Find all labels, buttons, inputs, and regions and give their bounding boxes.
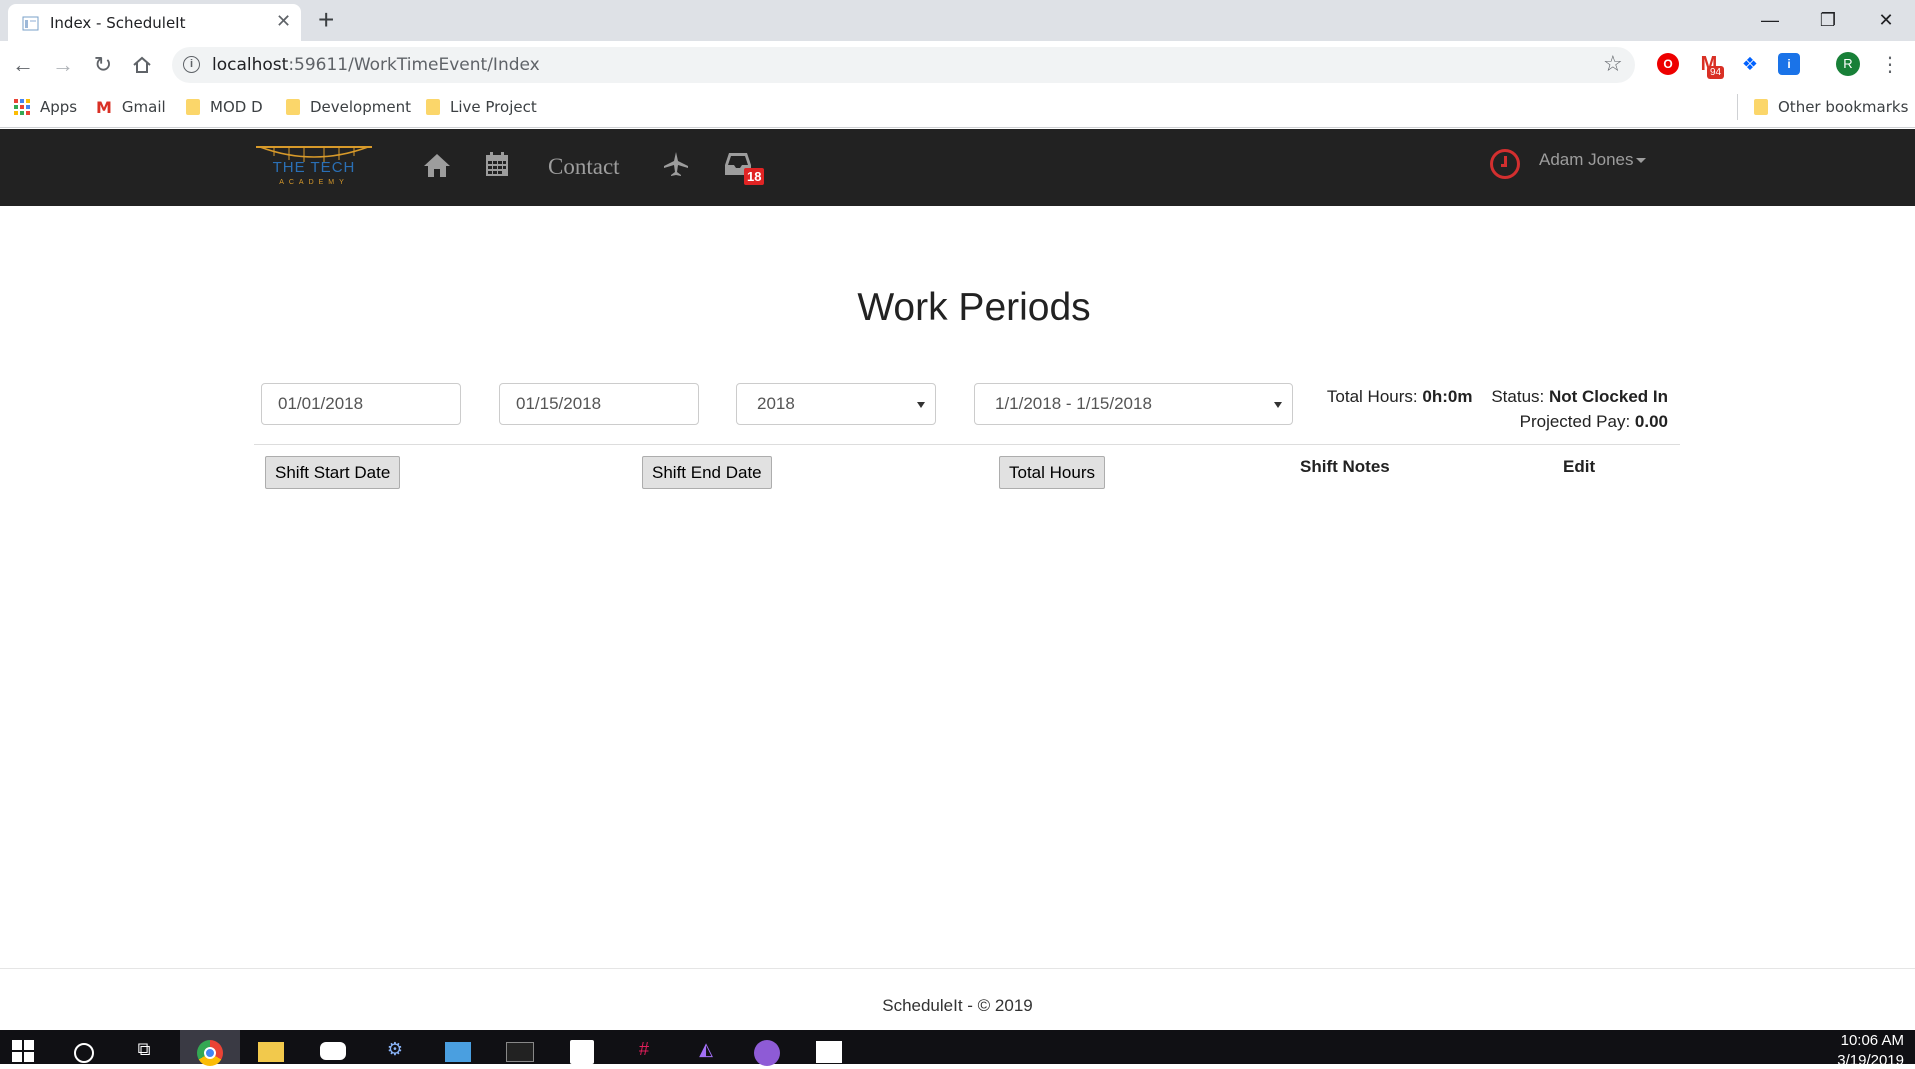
folder-icon: [426, 99, 440, 115]
select-caret-icon: [917, 402, 925, 408]
calendar-icon[interactable]: [485, 152, 509, 177]
home-icon[interactable]: [423, 152, 451, 178]
file-explorer-icon[interactable]: [258, 1042, 284, 1062]
status-value: Not Clocked In: [1548, 387, 1668, 406]
bookmarks-divider: [1737, 94, 1738, 120]
bookmark-star-icon[interactable]: ☆: [1603, 51, 1623, 77]
folder-icon: [186, 99, 200, 115]
user-name: Adam Jones: [1539, 150, 1634, 169]
apps-grid-icon: [14, 99, 30, 115]
sort-total-hours-button[interactable]: Total Hours: [999, 456, 1105, 489]
nav-contact-link[interactable]: Contact: [548, 154, 620, 180]
bookmark-live-project-label: Live Project: [450, 98, 537, 116]
bookmark-gmail-label: Gmail: [121, 98, 166, 116]
bookmark-gmail[interactable]: M Gmail: [96, 95, 166, 119]
gmail-unread-badge: 94: [1707, 66, 1725, 79]
sort-shift-start-button[interactable]: Shift Start Date: [265, 456, 401, 489]
bookmark-development-label: Development: [310, 98, 411, 116]
task-view-icon[interactable]: ⧉: [131, 1036, 157, 1062]
taskbar-date[interactable]: 3/19/2019: [1814, 1052, 1904, 1069]
start-date-value: 01/01/2018: [278, 394, 364, 413]
caret-down-icon: [1635, 158, 1646, 164]
total-hours-value: 0h:0m: [1422, 387, 1473, 406]
search-icon[interactable]: [74, 1043, 94, 1063]
browser-tab[interactable]: Index - ScheduleIt ✕: [8, 4, 301, 41]
year-select-value: 2018: [757, 394, 795, 413]
windows-taskbar: [0, 1030, 1915, 1064]
bookmark-live-project[interactable]: Live Project: [426, 95, 537, 119]
steam-icon[interactable]: ⚙: [382, 1036, 408, 1062]
control-panel-icon[interactable]: [445, 1042, 471, 1062]
close-window-icon[interactable]: ✕: [1866, 6, 1906, 34]
bookmark-apps[interactable]: Apps: [14, 95, 77, 119]
photos-icon[interactable]: [816, 1041, 842, 1063]
logo-text-top: THE TECH: [273, 159, 356, 176]
pay-period-select[interactable]: 1/1/2018 - 1/15/2018: [974, 383, 1293, 425]
footer-divider: [0, 968, 1915, 969]
inbox-count-badge: 18: [744, 168, 765, 185]
pay-period-value: 1/1/2018 - 1/15/2018: [995, 394, 1152, 413]
info-extension-icon[interactable]: i: [1778, 53, 1800, 75]
bookmark-mod-d-label: MOD D: [210, 98, 263, 116]
end-date-value: 01/15/2018: [516, 394, 602, 413]
new-tab-button[interactable]: +: [318, 4, 334, 36]
opera-extension-icon[interactable]: O: [1657, 53, 1679, 75]
folder-icon: [286, 99, 300, 115]
calculator-icon[interactable]: [570, 1040, 594, 1064]
back-icon[interactable]: ←: [10, 52, 36, 78]
status-label: Status:: [1491, 387, 1549, 406]
tab-close-icon[interactable]: ✕: [276, 11, 291, 32]
logo-text-bottom: ACADEMY: [279, 179, 349, 186]
home-button-icon[interactable]: [131, 54, 153, 76]
bookmark-apps-label: Apps: [40, 98, 78, 116]
select-caret-icon: [1274, 402, 1282, 408]
url-text[interactable]: localhost:59611/WorkTimeEvent/Index: [212, 55, 540, 75]
visual-studio-icon[interactable]: ◭: [693, 1036, 719, 1062]
bookmark-other[interactable]: Other bookmarks: [1754, 95, 1908, 119]
total-hours-label: Total Hours:: [1326, 387, 1423, 406]
reload-icon[interactable]: ↻: [90, 52, 116, 78]
page-favicon-icon: [22, 16, 39, 31]
start-date-input[interactable]: 01/01/2018: [261, 383, 461, 425]
year-select[interactable]: 2018: [736, 383, 936, 425]
edit-header: Edit: [1563, 457, 1596, 476]
page-title: Work Periods: [857, 286, 1091, 329]
oculus-icon[interactable]: [320, 1042, 346, 1060]
terminal-icon[interactable]: [506, 1042, 534, 1062]
chrome-icon[interactable]: [197, 1040, 223, 1066]
sort-shift-end-button[interactable]: Shift End Date: [642, 456, 772, 489]
hours-summary: Total Hours: 0h:0m Status: Not Clocked I…: [1290, 384, 1668, 434]
site-info-icon[interactable]: i: [183, 56, 200, 73]
github-desktop-icon[interactable]: [754, 1040, 780, 1066]
projected-pay-value: 0.00: [1634, 412, 1668, 431]
forward-icon[interactable]: →: [50, 52, 76, 78]
table-header-divider: [254, 444, 1680, 445]
minimize-icon[interactable]: —: [1750, 6, 1790, 34]
slack-icon[interactable]: #: [631, 1036, 657, 1062]
bookmark-mod-d[interactable]: MOD D: [186, 95, 263, 119]
end-date-input[interactable]: 01/15/2018: [499, 383, 699, 425]
shift-notes-header: Shift Notes: [1300, 457, 1390, 476]
user-menu-dropdown[interactable]: Adam Jones: [1539, 150, 1646, 170]
windows-start-icon[interactable]: [12, 1040, 34, 1062]
bookmark-development[interactable]: Development: [286, 95, 411, 119]
dropbox-extension-icon[interactable]: ❖: [1739, 53, 1761, 75]
tab-title: Index - ScheduleIt: [50, 14, 186, 32]
bookmark-other-label: Other bookmarks: [1778, 98, 1909, 116]
tech-academy-logo[interactable]: THE TECH ACADEMY: [254, 141, 374, 189]
clock-icon[interactable]: [1490, 149, 1520, 179]
logo-bridge-icon: THE TECH ACADEMY: [256, 146, 372, 186]
projected-pay-label: Projected Pay:: [1519, 412, 1635, 431]
profile-avatar[interactable]: R: [1836, 52, 1860, 76]
browser-menu-icon[interactable]: ⋮: [1880, 52, 1900, 77]
gmail-icon: M: [96, 97, 112, 117]
page-footer: ScheduleIt - © 2019: [882, 996, 1033, 1015]
folder-icon: [1754, 99, 1768, 115]
taskbar-time[interactable]: 10:06 AM: [1814, 1032, 1904, 1049]
restore-icon[interactable]: ❐: [1808, 6, 1848, 34]
airplane-icon[interactable]: [663, 151, 689, 177]
